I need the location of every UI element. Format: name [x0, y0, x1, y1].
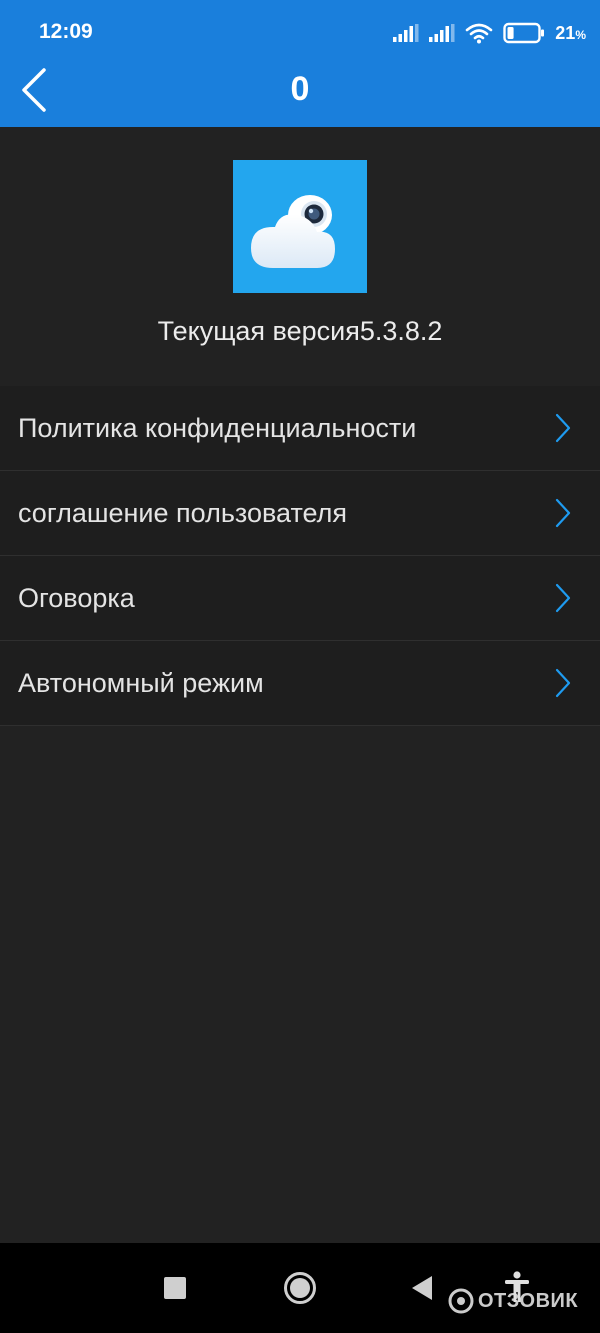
back-triangle-icon[interactable] — [410, 1274, 434, 1302]
battery-icon — [503, 22, 545, 44]
cloud-camera-logo — [251, 195, 335, 268]
wifi-icon — [465, 23, 493, 44]
status-time: 12:09 — [39, 20, 93, 43]
menu-item-label: Автономный режим — [18, 667, 264, 698]
menu-item-privacy-policy[interactable]: Политика конфиденциальности — [0, 386, 600, 471]
home-circle-icon[interactable] — [283, 1271, 317, 1305]
recents-square-icon[interactable] — [164, 1277, 186, 1299]
menu-item-disclaimer[interactable]: Оговорка — [0, 556, 600, 641]
watermark-text: ОТЗОВИК — [478, 1289, 579, 1312]
menu-item-label: Оговорка — [18, 582, 135, 613]
menu-item-offline-mode[interactable]: Автономный режим — [0, 641, 600, 726]
watermark: ОТЗОВИК — [448, 1288, 578, 1314]
watermark-logo-icon — [448, 1288, 474, 1314]
menu-item-user-agreement[interactable]: соглашение пользователя — [0, 471, 600, 556]
page-title: 0 — [290, 70, 310, 108]
battery-fill — [507, 27, 514, 39]
status-icons: 21% — [393, 20, 586, 46]
app-version: Текущая версия5.3.8.2 — [157, 316, 443, 346]
menu-item-label: Политика конфиденциальности — [18, 412, 417, 443]
chevron-right-icon — [555, 583, 571, 613]
signal-icon — [393, 24, 419, 42]
chevron-right-icon — [555, 668, 571, 698]
settings-menu: Политика конфиденциальности соглашение п… — [0, 386, 600, 726]
battery-percent: 21% — [555, 22, 586, 43]
signal-icon — [429, 24, 455, 42]
app-logo — [233, 160, 367, 293]
app-header: 12:09 21% 0 — [0, 0, 600, 127]
chevron-right-icon — [555, 413, 571, 443]
chevron-right-icon — [555, 498, 571, 528]
menu-item-label: соглашение пользователя — [18, 497, 348, 528]
